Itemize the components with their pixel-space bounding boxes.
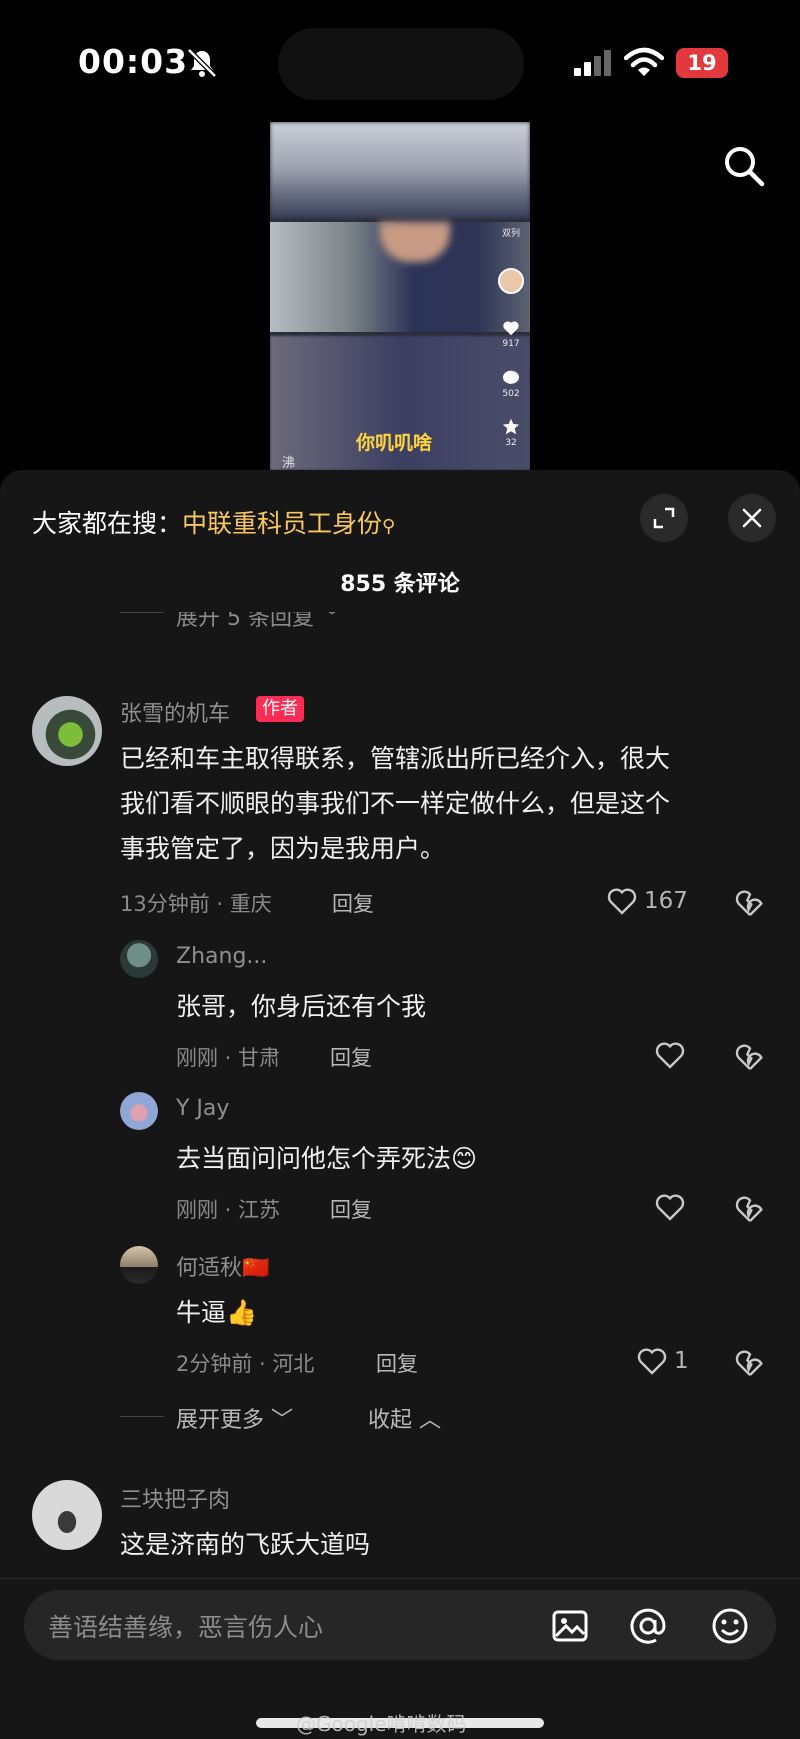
video-subtitle: 你叽叽啥 bbox=[356, 432, 433, 454]
video-favorite-count: 32 bbox=[498, 418, 524, 448]
comment-time-location: 13分钟前 · 重庆 bbox=[120, 892, 272, 916]
reply-button[interactable]: 回复 bbox=[330, 1194, 372, 1224]
video-frame-middle bbox=[270, 222, 530, 332]
at-mention-icon[interactable] bbox=[628, 1606, 668, 1646]
fullscreen-button[interactable] bbox=[640, 494, 688, 542]
wifi-icon bbox=[624, 47, 664, 76]
avatar[interactable] bbox=[120, 1246, 158, 1284]
comment-username[interactable]: Y Jay bbox=[176, 1096, 229, 1121]
broken-heart-icon[interactable] bbox=[734, 1042, 766, 1072]
video-double-column-label: 双列 bbox=[501, 229, 520, 239]
heart-outline-icon bbox=[607, 888, 637, 915]
video-like-count: 917 bbox=[498, 320, 524, 349]
comment-text: 牛逼👍 bbox=[176, 1298, 258, 1327]
heart-outline-icon bbox=[655, 1194, 685, 1221]
heart-icon bbox=[503, 321, 519, 336]
comment-text-line: 已经和车主取得联系，管辖派出所已经介入，很大 bbox=[120, 744, 671, 773]
status-bar: 00:03 19 bbox=[0, 0, 800, 120]
avatar[interactable] bbox=[32, 1480, 102, 1550]
like-button[interactable]: 167 bbox=[606, 886, 688, 916]
battery-level: 19 bbox=[676, 48, 728, 78]
image-icon[interactable] bbox=[550, 1606, 590, 1646]
watermark: @Google啃啃数码 bbox=[296, 1712, 467, 1736]
expand-icon bbox=[653, 507, 675, 529]
collapse-button[interactable]: 收起 ︿ bbox=[368, 1402, 441, 1434]
video-frame-top bbox=[270, 122, 530, 218]
star-icon bbox=[502, 418, 520, 435]
video-corner-label: 沸 bbox=[282, 456, 296, 470]
dynamic-island bbox=[278, 28, 524, 100]
comment-username[interactable]: 三块把子肉 bbox=[120, 1482, 230, 1514]
status-time: 00:03 bbox=[78, 42, 189, 81]
avatar[interactable] bbox=[32, 696, 102, 766]
comments-sheet: 大家都在搜：中联重科员工身份⚲ 855 条评论 展开 5 条回复 ﹀ 张雪的机车… bbox=[0, 470, 800, 1739]
reply-button[interactable]: 回复 bbox=[376, 1348, 418, 1378]
broken-heart-icon[interactable] bbox=[734, 1348, 766, 1378]
comment-text-line: 事我管定了，因为是我用户。 bbox=[120, 834, 446, 863]
comment-text: 张哥，你身后还有个我 bbox=[176, 992, 427, 1021]
author-badge: 作者 bbox=[256, 696, 304, 722]
like-button[interactable] bbox=[654, 1192, 686, 1222]
cellular-signal-icon bbox=[574, 50, 611, 76]
heart-outline-icon bbox=[637, 1348, 667, 1375]
comment-username[interactable]: 张雪的机车 bbox=[120, 696, 230, 728]
reply-button[interactable]: 回复 bbox=[332, 888, 374, 918]
heart-outline-icon bbox=[655, 1042, 685, 1069]
trending-search[interactable]: 大家都在搜：中联重科员工身份⚲ bbox=[32, 504, 395, 540]
avatar[interactable] bbox=[120, 1092, 158, 1130]
broken-heart-icon[interactable] bbox=[734, 888, 766, 918]
bell-slash-icon bbox=[187, 48, 217, 78]
comment-input-bar[interactable]: 善语结善缘，恶言伤人心 bbox=[24, 1590, 776, 1660]
input-bar-divider bbox=[0, 1578, 800, 1579]
like-button[interactable] bbox=[654, 1040, 686, 1070]
avatar[interactable] bbox=[120, 940, 158, 978]
comment-username[interactable]: 何适秋🇨🇳 bbox=[176, 1250, 269, 1282]
comment-username[interactable]: Zhang... bbox=[176, 944, 267, 969]
video-comment-count: 502 bbox=[498, 370, 524, 399]
like-count: 167 bbox=[644, 888, 688, 914]
reply-button[interactable]: 回复 bbox=[330, 1042, 372, 1072]
trending-search-term[interactable]: 中联重科员工身份 bbox=[182, 509, 382, 538]
expand-collapse-row: 展开更多 ﹀ 收起 ︿ bbox=[120, 1400, 520, 1434]
comment-time-location: 刚刚 · 江苏 bbox=[176, 1198, 281, 1222]
like-button[interactable]: 1 bbox=[636, 1346, 689, 1376]
expand-more-button[interactable]: 展开更多 ﹀ bbox=[176, 1402, 293, 1434]
close-icon bbox=[742, 508, 762, 528]
broken-heart-icon[interactable] bbox=[734, 1194, 766, 1224]
search-small-icon: ⚲ bbox=[382, 516, 396, 537]
comment-time-location: 2分钟前 · 河北 bbox=[176, 1352, 315, 1376]
trending-search-prefix: 大家都在搜： bbox=[32, 509, 183, 538]
comment-count: 855 条评论 bbox=[340, 572, 460, 597]
close-button[interactable] bbox=[728, 494, 776, 542]
video-player[interactable]: 双列 917 502 32 你叽叽啥 沸 bbox=[270, 122, 530, 470]
comment-input-placeholder: 善语结善缘，恶言伤人心 bbox=[48, 1613, 324, 1642]
video-author-avatar bbox=[498, 268, 524, 294]
like-count: 1 bbox=[674, 1348, 689, 1374]
emoji-icon[interactable] bbox=[710, 1606, 750, 1646]
comment-text: 这是济南的飞跃大道吗 bbox=[120, 1530, 371, 1559]
comment-text-line: 我们看不顺眼的事我们不一样定做什么，但是这个 bbox=[120, 789, 671, 818]
comment-bubble-icon bbox=[503, 370, 519, 384]
search-icon[interactable] bbox=[722, 144, 766, 188]
comment-time-location: 刚刚 · 甘肃 bbox=[176, 1046, 281, 1070]
comment-text: 去当面问问他怎个弄死法😊 bbox=[176, 1144, 478, 1173]
expand-replies-clipped[interactable]: 展开 5 条回复 ﹀ bbox=[120, 612, 720, 630]
